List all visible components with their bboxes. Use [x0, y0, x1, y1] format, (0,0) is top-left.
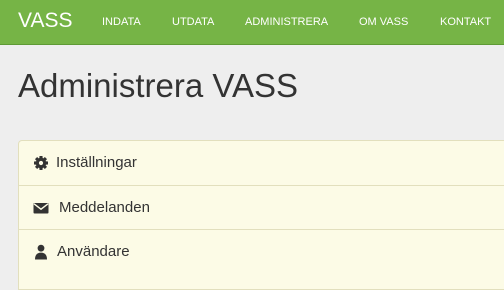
nav-item-administrera[interactable]: ADMINISTRERA — [245, 16, 328, 29]
brand-logo-link[interactable]: VASS — [18, 8, 72, 34]
envelope-icon — [33, 200, 49, 216]
page-title: Administrera VASS — [18, 67, 298, 104]
nav-item-om-vass[interactable]: OM VASS — [359, 16, 408, 29]
menu-item-installningar[interactable]: Inställningar — [19, 141, 504, 185]
menu-item-label: Meddelanden — [59, 199, 150, 216]
nav-item-indata[interactable]: INDATA — [102, 16, 141, 29]
menu-item-meddelanden[interactable]: Meddelanden — [19, 185, 504, 229]
top-navbar: VASS INDATA UTDATA ADMINISTRERA OM VASS … — [0, 0, 504, 45]
gear-icon — [33, 155, 49, 171]
menu-item-label: Användare — [57, 243, 130, 260]
nav-item-utdata[interactable]: UTDATA — [172, 16, 214, 29]
menu-item-anvandare[interactable]: Användare — [19, 229, 504, 273]
menu-item-label: Inställningar — [56, 154, 137, 171]
user-icon — [33, 244, 49, 260]
admin-menu-panel: Inställningar Meddelanden Användare — [18, 140, 504, 290]
nav-item-kontakt[interactable]: KONTAKT — [440, 16, 491, 29]
